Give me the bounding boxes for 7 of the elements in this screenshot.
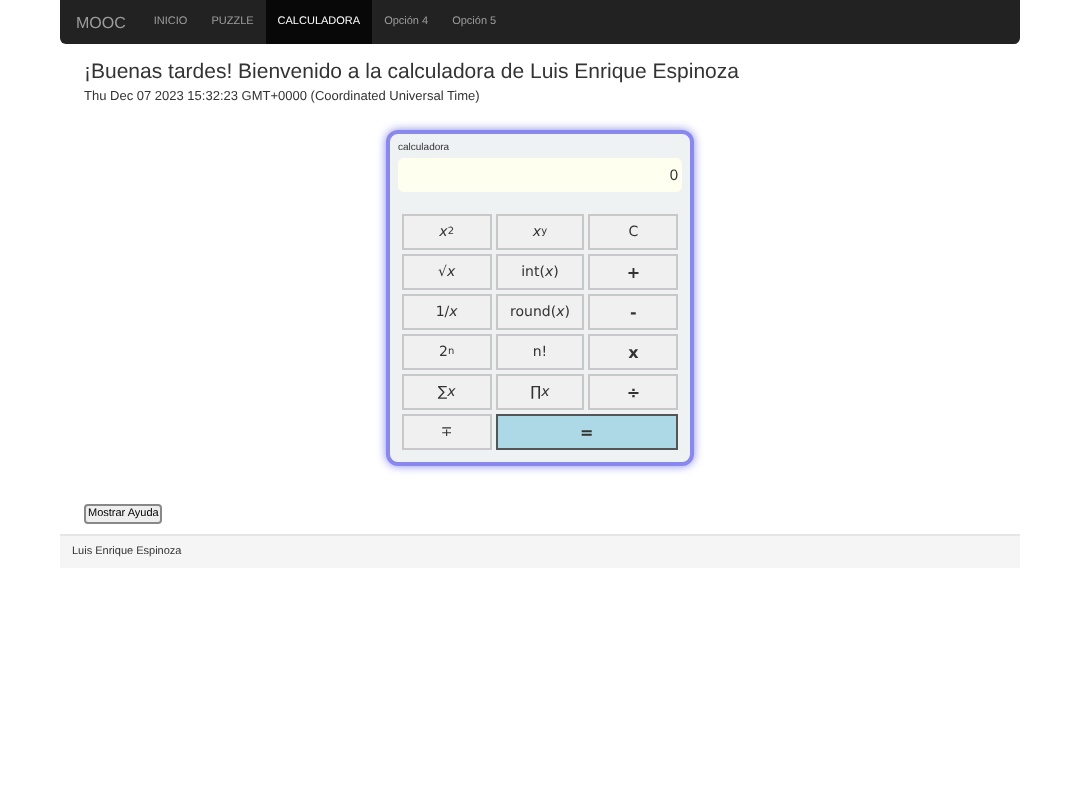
calculator-key[interactable]: + [588,254,678,290]
calculator-key[interactable]: = [495,414,678,450]
calculator-key[interactable]: ÷ [588,374,678,410]
calculator-key[interactable]: - [588,294,678,330]
calculator-key[interactable]: x [588,334,678,370]
greeting-text: ¡Buenas tardes! Bienvenido a la calculadora de Luis Enrique Espinoza [84,60,741,84]
brand-link[interactable]: MOOC [60,0,142,44]
